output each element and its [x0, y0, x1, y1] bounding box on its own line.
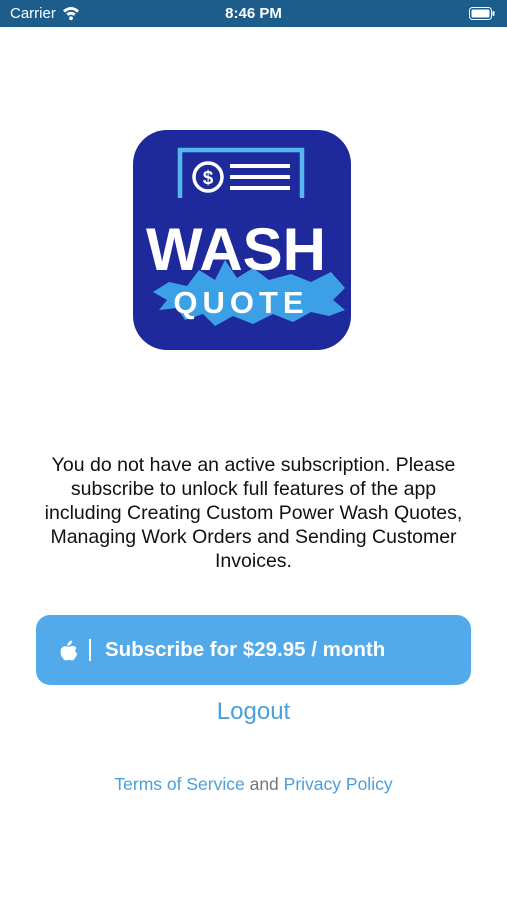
logo-subtitle: QUOTE: [173, 285, 308, 320]
legal-connector: and: [249, 774, 279, 794]
privacy-policy-link[interactable]: Privacy Policy: [284, 774, 393, 794]
status-time: 8:46 PM: [225, 5, 282, 22]
app-logo: $ WASH QUOTE: [133, 130, 351, 350]
battery-icon: [469, 7, 495, 20]
terms-of-service-link[interactable]: Terms of Service: [114, 774, 244, 794]
subscribe-button-label: Subscribe for $29.95 / month: [105, 638, 386, 661]
subscription-message: You do not have an active subscription. …: [44, 454, 463, 572]
logout-button[interactable]: Logout: [0, 698, 507, 726]
svg-text:$: $: [203, 168, 214, 189]
apple-icon: [60, 640, 78, 661]
subscribe-button[interactable]: Subscribe for $29.95 / month: [36, 615, 471, 685]
button-divider: [89, 639, 91, 661]
logo-wordmark: WASH: [146, 216, 326, 283]
status-bar: Carrier 8:46 PM: [0, 0, 507, 27]
legal-links: Terms of Service and Privacy Policy: [0, 774, 507, 795]
